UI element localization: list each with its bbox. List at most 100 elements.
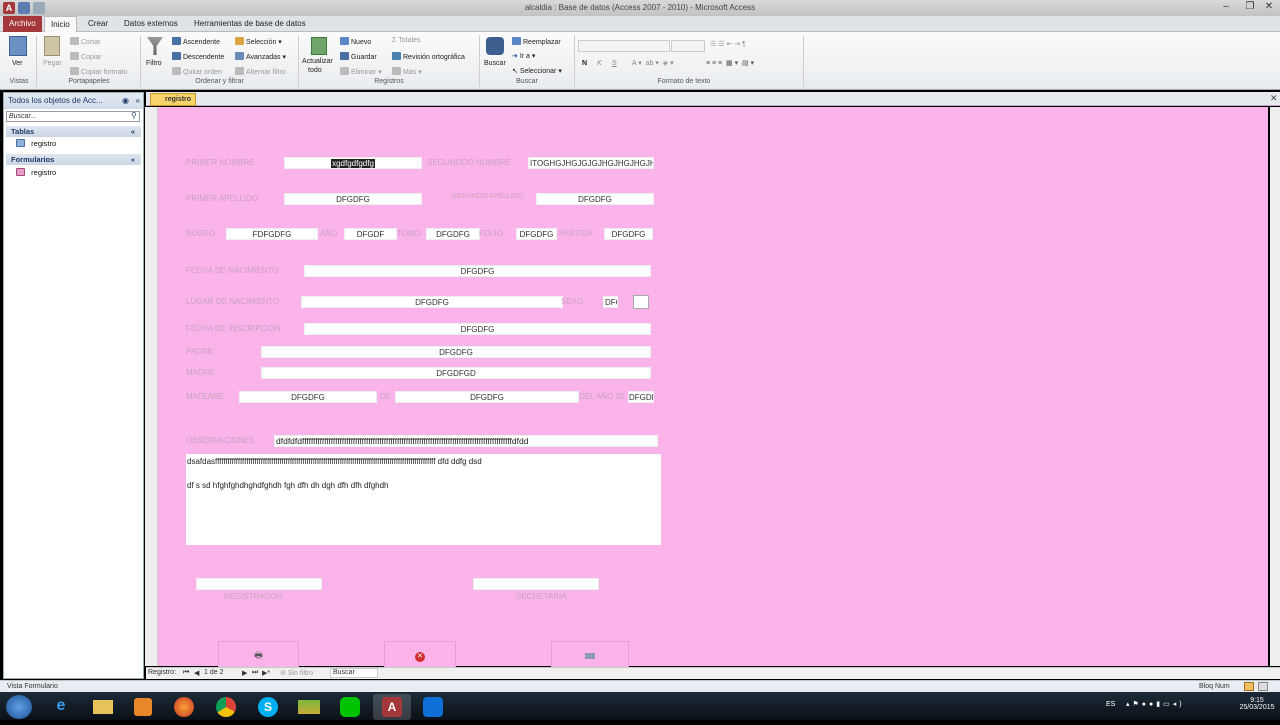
winrar-icon[interactable]	[292, 694, 326, 720]
todo-label[interactable]: todo	[308, 67, 322, 74]
de-field[interactable]: DFGDFG	[395, 391, 579, 403]
ie-icon[interactable]: e	[44, 694, 78, 720]
teamviewer-icon[interactable]	[416, 694, 450, 720]
quitar-orden-button[interactable]: Quitar orden	[172, 67, 222, 76]
bold-button[interactable]: N	[582, 60, 587, 67]
record-search-input[interactable]: Buscar	[330, 668, 378, 678]
segundo-apellido-field[interactable]: DFGDFG	[536, 193, 654, 205]
doc-tab-registro[interactable]: registro	[150, 93, 196, 106]
pegar-button[interactable]: Pegar	[43, 60, 62, 67]
observaciones-memo[interactable]: dsafdasfffffffffffffffffffffffffffffffff…	[186, 454, 661, 545]
nav-item-form-registro[interactable]: registro	[16, 167, 56, 179]
media-player-icon[interactable]	[126, 694, 160, 720]
totales-button[interactable]: Σ Totales	[392, 37, 420, 44]
font-color-buttons[interactable]: A ▾ ab ▾ ◈ ▾	[632, 59, 674, 67]
explorer-icon[interactable]	[86, 694, 120, 720]
cortar-button[interactable]: Cortar	[70, 37, 100, 46]
fecha-nacimiento-field[interactable]: DFGDFG	[304, 265, 651, 277]
nav-group-tablas[interactable]: Tablas «	[6, 126, 141, 137]
close-window-button[interactable]: ✕	[1258, 0, 1280, 15]
lugar-nacimiento-field[interactable]: DFGDFG	[301, 296, 563, 308]
copiar-formato-button[interactable]: Copiar formato	[70, 67, 127, 76]
filter-status[interactable]: ⊘ Sin filtro	[280, 669, 313, 677]
del-anio-field[interactable]: DFGDF	[628, 391, 654, 403]
tab-crear[interactable]: Crear	[82, 16, 114, 32]
registrador-field[interactable]	[196, 578, 322, 590]
nuevo-button[interactable]: Nuevo	[340, 37, 371, 46]
record-selector[interactable]	[145, 107, 158, 666]
refresh-icon[interactable]	[311, 37, 327, 55]
close-form-button[interactable]: ✕	[384, 641, 456, 667]
print-button[interactable]: 🖶	[218, 641, 299, 667]
anio-field[interactable]: DFGDF	[344, 228, 397, 240]
list-buttons[interactable]: ☰ ☰ ⇤ ⇥ ¶	[710, 40, 746, 48]
primer-nombre-field[interactable]: xgdfgdfgdfg	[284, 157, 422, 169]
view-icon[interactable]	[9, 36, 27, 56]
tab-datos-externos[interactable]: Datos externos	[118, 16, 184, 32]
tray-icons[interactable]: ▴⚑●●▮▭◂)	[1126, 700, 1185, 708]
vertical-scrollbar[interactable]	[1270, 107, 1280, 666]
access-taskbar-icon[interactable]: A	[373, 694, 411, 720]
font-size-dropdown[interactable]	[671, 40, 705, 52]
collapse-group-icon[interactable]: «	[131, 154, 135, 165]
folio-field[interactable]: DFGDFG	[516, 228, 557, 240]
nav-header[interactable]: Todos los objetos de Acc... ◉ «	[4, 93, 143, 109]
underline-button[interactable]: S	[612, 60, 617, 67]
buscar-button[interactable]: Buscar	[484, 60, 506, 67]
paste-icon[interactable]	[44, 36, 60, 56]
language-indicator[interactable]: ES	[1106, 701, 1115, 708]
firefox-icon[interactable]	[167, 694, 201, 720]
skype-icon[interactable]: S	[251, 694, 285, 720]
actualizar-button[interactable]: Actualizar	[302, 58, 333, 65]
ver-button[interactable]: Ver	[12, 60, 23, 67]
nav-group-formularios[interactable]: Formularios «	[6, 154, 141, 165]
tab-inicio[interactable]: Inicio	[44, 16, 77, 32]
new-record-button[interactable]: ▶*	[262, 669, 270, 677]
guardar-button[interactable]: Guardar	[340, 52, 377, 61]
avanzadas-button[interactable]: Avanzadas ▾	[235, 52, 286, 61]
binoculars-icon[interactable]	[486, 37, 504, 55]
segundo-nombre-field[interactable]: ITOGHGJHGJGJGJHGJHGJHGJHG	[528, 157, 654, 169]
nav-dropdown-icon[interactable]: ◉	[122, 93, 129, 109]
secretaria-field[interactable]	[473, 578, 599, 590]
partida-field[interactable]: DFGDFG	[604, 228, 653, 240]
prev-record-button[interactable]: ◀	[194, 669, 199, 677]
nav-item-table-registro[interactable]: registro	[16, 138, 56, 150]
reemplazar-button[interactable]: Reemplazar	[512, 37, 561, 46]
start-button[interactable]	[6, 695, 32, 719]
line-icon[interactable]	[333, 694, 367, 720]
filtro-button[interactable]: Filtro	[146, 60, 162, 67]
seleccion-button[interactable]: Selección ▾	[235, 37, 282, 46]
font-name-dropdown[interactable]	[578, 40, 670, 52]
chrome-icon[interactable]	[209, 694, 243, 720]
first-record-button[interactable]: ⏮	[183, 669, 189, 677]
italic-button[interactable]: K	[597, 60, 602, 67]
fecha-inscripcion-field[interactable]: DFGDFG	[304, 323, 651, 335]
eliminar-button[interactable]: Eliminar ▾	[340, 67, 382, 76]
rubro-field[interactable]: FDFGDFG	[226, 228, 318, 240]
search-icon[interactable]: ⚲	[131, 111, 137, 120]
alternar-filtro-button[interactable]: Alternar filtro	[235, 67, 286, 76]
last-record-button[interactable]: ⏭	[252, 669, 258, 677]
clock[interactable]: 9:15 25/03/2015	[1237, 697, 1277, 711]
form-view-icon[interactable]	[1244, 682, 1254, 691]
tab-archivo[interactable]: Archivo	[3, 16, 42, 32]
sexo-checkbox[interactable]	[633, 295, 649, 309]
collapse-pane-icon[interactable]: «	[136, 93, 140, 109]
nav-search-input[interactable]: Buscar...	[6, 111, 140, 122]
ir-a-button[interactable]: ➜ Ir a ▾	[512, 52, 535, 60]
tab-herramientas[interactable]: Herramientas de base de datos	[188, 16, 312, 32]
align-buttons[interactable]: ≡ ≡ ≡ ▦ ▾ ▤ ▾	[706, 59, 754, 67]
layout-view-icon[interactable]	[1258, 682, 1268, 691]
observaciones-field[interactable]: dfdfdfdfffffffffffffffffffffffffffffffff…	[274, 435, 658, 447]
mateare-field[interactable]: DFGDFG	[239, 391, 377, 403]
madre-field[interactable]: DFGDFGD	[261, 367, 651, 379]
descendente-button[interactable]: Descendente	[172, 52, 224, 61]
revision-button[interactable]: Revisión ortográfica	[392, 52, 465, 61]
ascendente-button[interactable]: Ascendente	[172, 37, 220, 46]
seleccionar-button[interactable]: ↖ Seleccionar ▾	[512, 67, 562, 75]
sexo-field[interactable]: DFG	[603, 296, 618, 308]
collapse-group-icon[interactable]: «	[131, 126, 135, 137]
primer-apellido-field[interactable]: DFGDFG	[284, 193, 422, 205]
padre-field[interactable]: DFGDFG	[261, 346, 651, 358]
